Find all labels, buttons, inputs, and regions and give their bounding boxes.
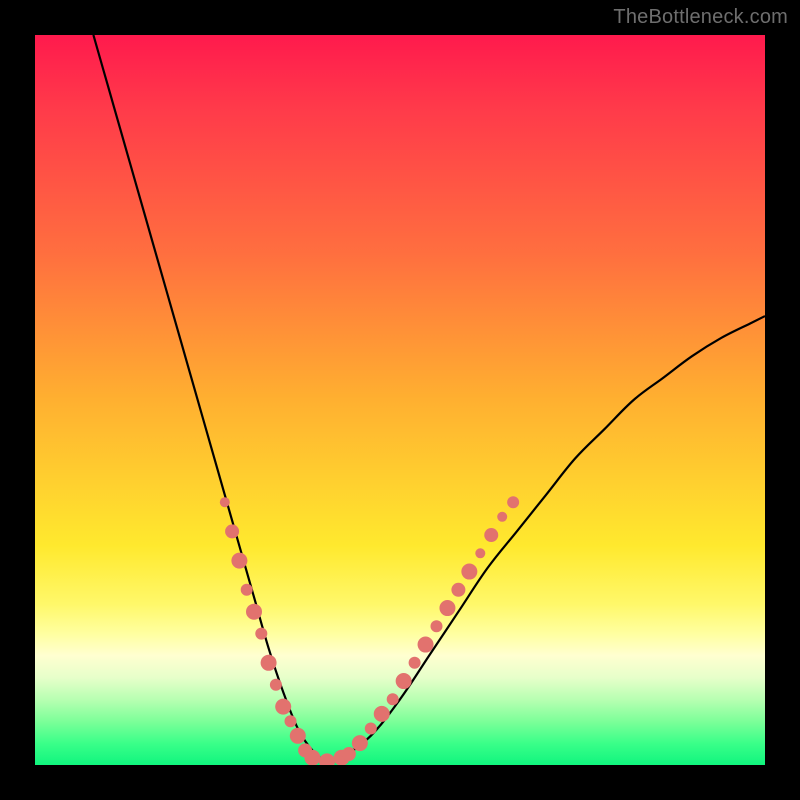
overlay-point <box>246 604 262 620</box>
overlay-point <box>225 524 239 538</box>
overlay-point <box>261 655 277 671</box>
watermark-text: TheBottleneck.com <box>613 6 788 29</box>
overlay-point <box>290 728 306 744</box>
plot-area <box>35 35 765 765</box>
bottleneck-curve <box>93 35 765 762</box>
overlay-point <box>409 657 421 669</box>
overlay-point <box>396 673 412 689</box>
overlay-point <box>461 564 477 580</box>
overlay-point <box>365 723 377 735</box>
overlay-point <box>255 628 267 640</box>
overlay-point <box>285 715 297 727</box>
chart-svg <box>35 35 765 765</box>
overlay-point <box>342 747 356 761</box>
overlay-point <box>439 600 455 616</box>
overlay-point <box>431 620 443 632</box>
overlay-point <box>507 496 519 508</box>
overlay-point <box>374 706 390 722</box>
overlay-point <box>241 584 253 596</box>
overlay-point <box>475 548 485 558</box>
overlay-point <box>304 750 320 765</box>
overlay-point <box>231 553 247 569</box>
overlay-point <box>387 693 399 705</box>
overlay-points-group <box>220 496 519 765</box>
overlay-point <box>352 735 368 751</box>
chart-frame: TheBottleneck.com <box>0 0 800 800</box>
overlay-point <box>319 753 335 765</box>
overlay-point <box>275 699 291 715</box>
overlay-point <box>220 497 230 507</box>
overlay-point <box>451 583 465 597</box>
overlay-point <box>270 679 282 691</box>
overlay-point <box>484 528 498 542</box>
overlay-point <box>497 512 507 522</box>
overlay-point <box>418 637 434 653</box>
